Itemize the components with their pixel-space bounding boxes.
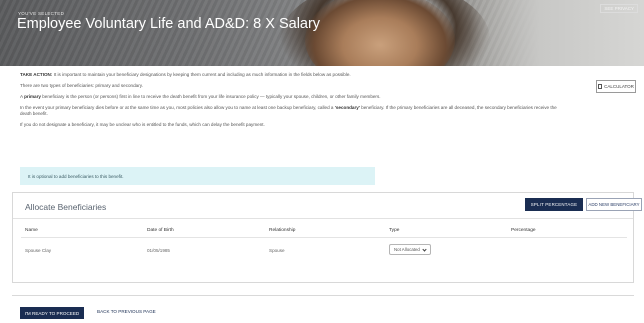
row-name: Spouse Clay: [25, 248, 52, 253]
primary-bold: primary: [24, 94, 41, 99]
allocate-title: Allocate Beneficiaries: [25, 202, 107, 212]
row-relationship: Spouse: [269, 248, 285, 253]
take-action-text: It is important to maintain your benefic…: [52, 72, 351, 77]
top-link[interactable]: SEE PRIVACY: [600, 4, 638, 13]
type-select[interactable]: Not Allocated: [389, 244, 431, 255]
hero-banner: YOU'VE SELECTED Employee Voluntary Life …: [0, 0, 644, 66]
secondary-pre: In the event your primary beneficiary di…: [20, 105, 335, 110]
beneficiary-types-paragraph: There are two types of beneficiaries: pr…: [20, 83, 143, 88]
proceed-button[interactable]: I'M READY TO PROCEED: [20, 307, 84, 319]
instructions: TAKE ACTION: It is important to maintain…: [20, 72, 560, 133]
column-header-relationship: Relationship: [269, 228, 296, 233]
take-action-label: TAKE ACTION:: [20, 72, 53, 77]
primary-post: beneficiary is the person (or persons) f…: [40, 94, 381, 99]
header-divider: [21, 237, 627, 238]
column-header-name: Name: [25, 228, 38, 233]
calculator-label: CALCULATOR: [604, 84, 634, 89]
footer-divider: [12, 295, 634, 297]
row-dob: 01/05/1985: [147, 248, 170, 253]
calculator-icon: [598, 84, 603, 89]
column-header-type: Type: [389, 228, 400, 233]
hero-photo-face: [305, 0, 455, 66]
allocate-beneficiaries-panel: Allocate Beneficiaries SPLIT PERCENTAGE …: [12, 192, 642, 283]
back-link[interactable]: BACK TO PREVIOUS PAGE: [97, 309, 156, 314]
take-action-paragraph: TAKE ACTION: It is important to maintain…: [20, 72, 560, 78]
info-text: It is optional to add beneficiaries to t…: [28, 173, 124, 179]
split-percentage-button[interactable]: SPLIT PERCENTAGE: [525, 198, 583, 211]
secondary-paragraph: In the event your primary beneficiary di…: [20, 105, 560, 118]
page-title: Employee Voluntary Life and AD&D: 8 X Sa…: [17, 16, 321, 32]
no-designation-paragraph: If you do not designate a beneficiary, i…: [20, 122, 265, 128]
column-header-dob: Date of Birth: [147, 228, 174, 233]
type-select-value: Not Allocated: [394, 247, 420, 252]
chevron-down-icon: [422, 247, 427, 252]
add-new-beneficiary-button[interactable]: ADD NEW BENEFICIARY: [586, 198, 642, 211]
info-banner: It is optional to add beneficiaries to t…: [20, 167, 375, 185]
allocate-header: Allocate Beneficiaries SPLIT PERCENTAGE …: [13, 193, 642, 219]
secondary-bold: 'secondary': [334, 105, 360, 110]
calculator-button[interactable]: CALCULATOR: [596, 80, 636, 93]
primary-paragraph: A primary beneficiary is the person (or …: [20, 94, 560, 100]
column-header-percentage: Percentage: [511, 228, 536, 233]
